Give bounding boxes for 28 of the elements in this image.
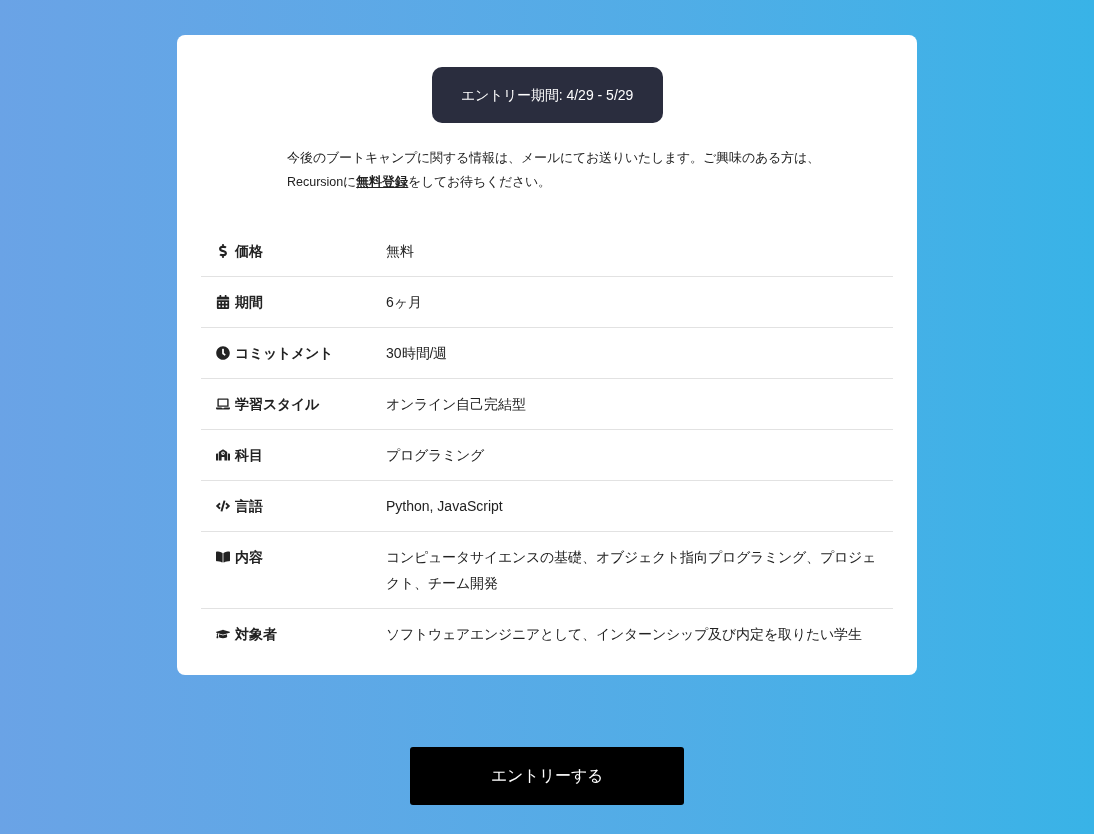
clock-icon [216,346,230,360]
detail-value: ソフトウェアエンジニアとして、インターンシップ及び内定を取りたい学生 [386,625,863,644]
free-registration-link[interactable]: 無料登録 [356,175,409,189]
dollar-icon [216,244,230,258]
detail-label: コミットメント [235,343,333,363]
laptop-icon [216,397,230,411]
calendar-icon [216,295,230,309]
entry-button[interactable]: エントリーする [410,747,684,805]
detail-value: 無料 [386,242,415,261]
detail-label: 価格 [235,241,263,261]
notice-text: 今後のブートキャンプに関する情報は、メールにてお送りいたします。ご興味のある方は、 Recursionに無料登録をしてお待ちください。 [287,150,821,191]
detail-label: 学習スタイル [235,394,319,414]
detail-label: 内容 [235,547,263,567]
entry-period-badge: エントリー期間: 4/29 - 5/29 [431,67,663,123]
detail-label: 科目 [235,445,263,465]
detail-label: 期間 [235,292,263,312]
detail-value: コンピュータサイエンスの基礎、オブジェクト指向プログラミング、プロジェクト、チーム開発 [386,548,877,593]
detail-value: オンライン自己完結型 [386,395,527,414]
detail-label: 対象者 [235,624,277,644]
detail-value: 6ヶ月 [386,293,423,312]
detail-label: 言語 [235,496,263,516]
detail-value: Python, JavaScript [386,497,504,516]
school-building-icon [216,448,230,462]
code-icon [216,499,230,513]
book-icon [216,550,230,564]
detail-value: プログラミング [386,446,485,465]
detail-value: 30時間/週 [386,344,449,363]
graduation-cap-icon [216,627,230,641]
